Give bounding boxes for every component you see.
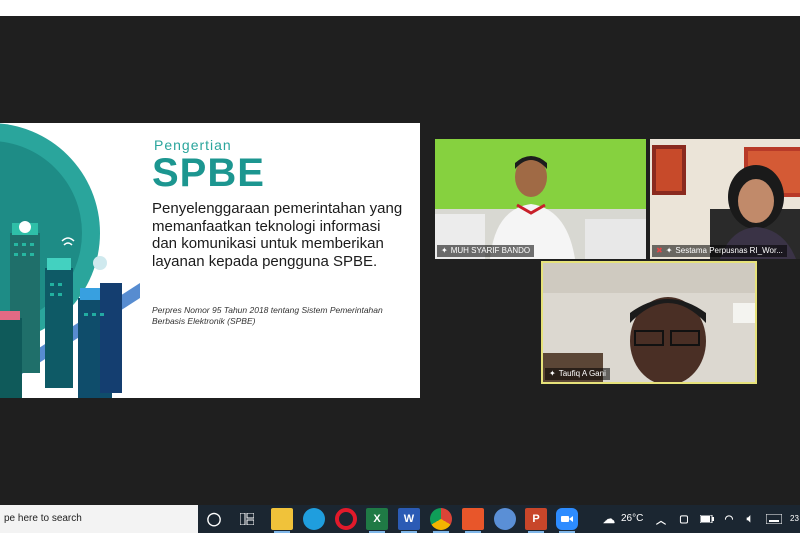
app-icon[interactable] [462,508,484,533]
clock[interactable]: 23 [790,505,799,533]
excel-icon[interactable]: X [366,508,388,533]
keyboard-icon[interactable] [763,508,785,530]
slide-reference: Perpres Nomor 95 Tahun 2018 tentang Sist… [152,305,383,326]
participant-name-label: ✖ ✦ Sestama Perpusnas RI_Wor... [652,245,787,257]
video-tile-muh-syarif[interactable]: ✦ MUH SYARIF BANDO [435,139,646,259]
muted-icon: ✖ [656,246,663,255]
chevron-up-icon[interactable]: ︿ [650,508,672,530]
slide-title: SPBE [152,151,265,195]
participant-name-label: ✦ Taufiq A Gani [545,368,610,380]
pin-icon: ✦ [665,246,673,255]
onedrive-icon[interactable]: ▢ [673,508,695,530]
smart-city-illustration [0,123,140,398]
volume-icon[interactable]: 🔈︎ [739,508,761,530]
participant-video [435,139,646,259]
app-icon[interactable] [494,508,516,530]
video-tile-taufiq[interactable]: ✦ Taufiq A Gani [541,261,757,384]
word-icon[interactable]: W [398,508,420,533]
task-view-icon[interactable] [236,508,258,530]
powerpoint-icon[interactable]: P [525,508,547,533]
chrome-icon[interactable] [430,508,452,533]
file-explorer-icon[interactable] [271,508,293,533]
opera-icon[interactable] [335,508,357,530]
slide-body-text: Penyelenggaraan pemerintahan yang memanf… [152,200,403,270]
window-top-bar [0,0,800,16]
pin-icon: ✦ [549,369,556,378]
edge-icon[interactable] [303,508,325,530]
windows-taskbar: pe here to search ◯ X W P ☁ 26°C ︿ ▢ ◠ 🔈… [0,505,800,533]
video-tile-sestama[interactable]: ✖ ✦ Sestama Perpusnas RI_Wor... [650,139,800,259]
participant-video [650,139,800,259]
pin-icon: ✦ [441,246,448,255]
cortana-icon[interactable]: ◯ [203,508,225,530]
wifi-icon[interactable]: ◠ [718,508,740,530]
participant-video [543,263,755,382]
taskbar-search-input[interactable]: pe here to search [0,505,198,533]
zoom-icon[interactable] [556,508,578,533]
participant-name-label: ✦ MUH SYARIF BANDO [437,245,535,257]
weather-temperature[interactable]: 26°C [621,505,643,533]
shared-slide: Pengertian SPBE Penyelenggaraan pemerint… [0,123,420,398]
battery-icon[interactable] [696,508,718,530]
weather-icon[interactable]: ☁ [598,508,620,530]
